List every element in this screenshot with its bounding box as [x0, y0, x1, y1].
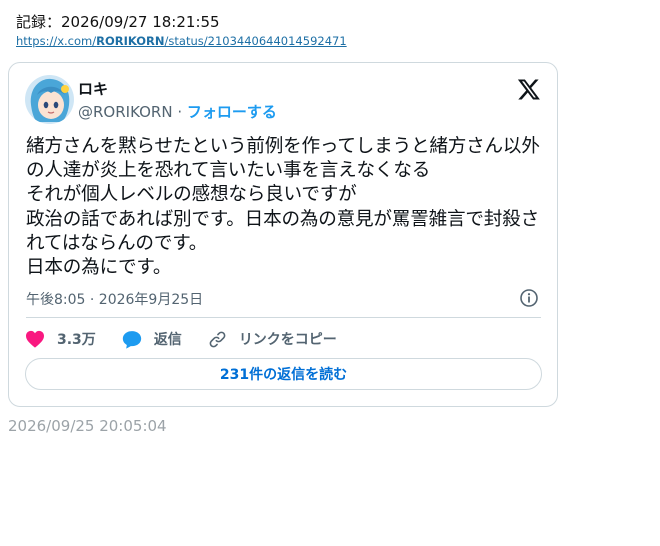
tweet-text: 緒方さんを黙らせたという前例を作ってしまうと緒方さん以外の人達が炎上を恐れて言い…: [26, 136, 540, 279]
action-bar: 3.3万 返信 リンクをコピー: [25, 328, 363, 350]
x-logo-icon[interactable]: [517, 77, 541, 101]
url-prefix: https://x.com/: [16, 34, 97, 48]
handle-row: @RORIKORN · フォローする: [78, 101, 277, 122]
user-handle[interactable]: @RORIKORN: [78, 103, 173, 121]
like-count: 3.3万: [57, 332, 96, 348]
like-button[interactable]: 3.3万: [25, 329, 96, 349]
link-icon: [209, 331, 226, 347]
display-name[interactable]: ロキ: [78, 78, 108, 99]
avatar[interactable]: [25, 75, 74, 124]
reply-button[interactable]: 返信: [122, 329, 182, 349]
read-replies-button[interactable]: 231件の返信を読む: [25, 358, 542, 390]
source-url-link[interactable]: https://x.com/RORIKORN/status/2103440644…: [16, 34, 347, 48]
divider: [26, 317, 541, 318]
follow-button[interactable]: フォローする: [187, 103, 277, 121]
posted-at-timestamp: 2026/09/25 20:05:04: [8, 417, 167, 435]
heart-icon: [26, 330, 44, 348]
embedded-tweet-card: ロキ @RORIKORN · フォローする 緒方さんを黙らせたという前例を作って…: [8, 62, 558, 407]
tweet-timestamp[interactable]: 午後8:05 · 2026年9月25日: [26, 289, 203, 309]
url-suffix: /status/2103440644014592471: [164, 34, 347, 48]
record-timestamp: 記録：2026/09/27 18:21:55: [16, 13, 220, 31]
handle-separator: ·: [177, 103, 183, 121]
copy-link-button[interactable]: リンクをコピー: [208, 329, 337, 349]
copy-link-label: リンクをコピー: [238, 332, 337, 348]
reply-label: 返信: [153, 332, 182, 348]
info-icon[interactable]: [519, 288, 539, 308]
reply-bubble-icon: [122, 330, 141, 349]
url-user: RORIKORN: [96, 34, 165, 48]
